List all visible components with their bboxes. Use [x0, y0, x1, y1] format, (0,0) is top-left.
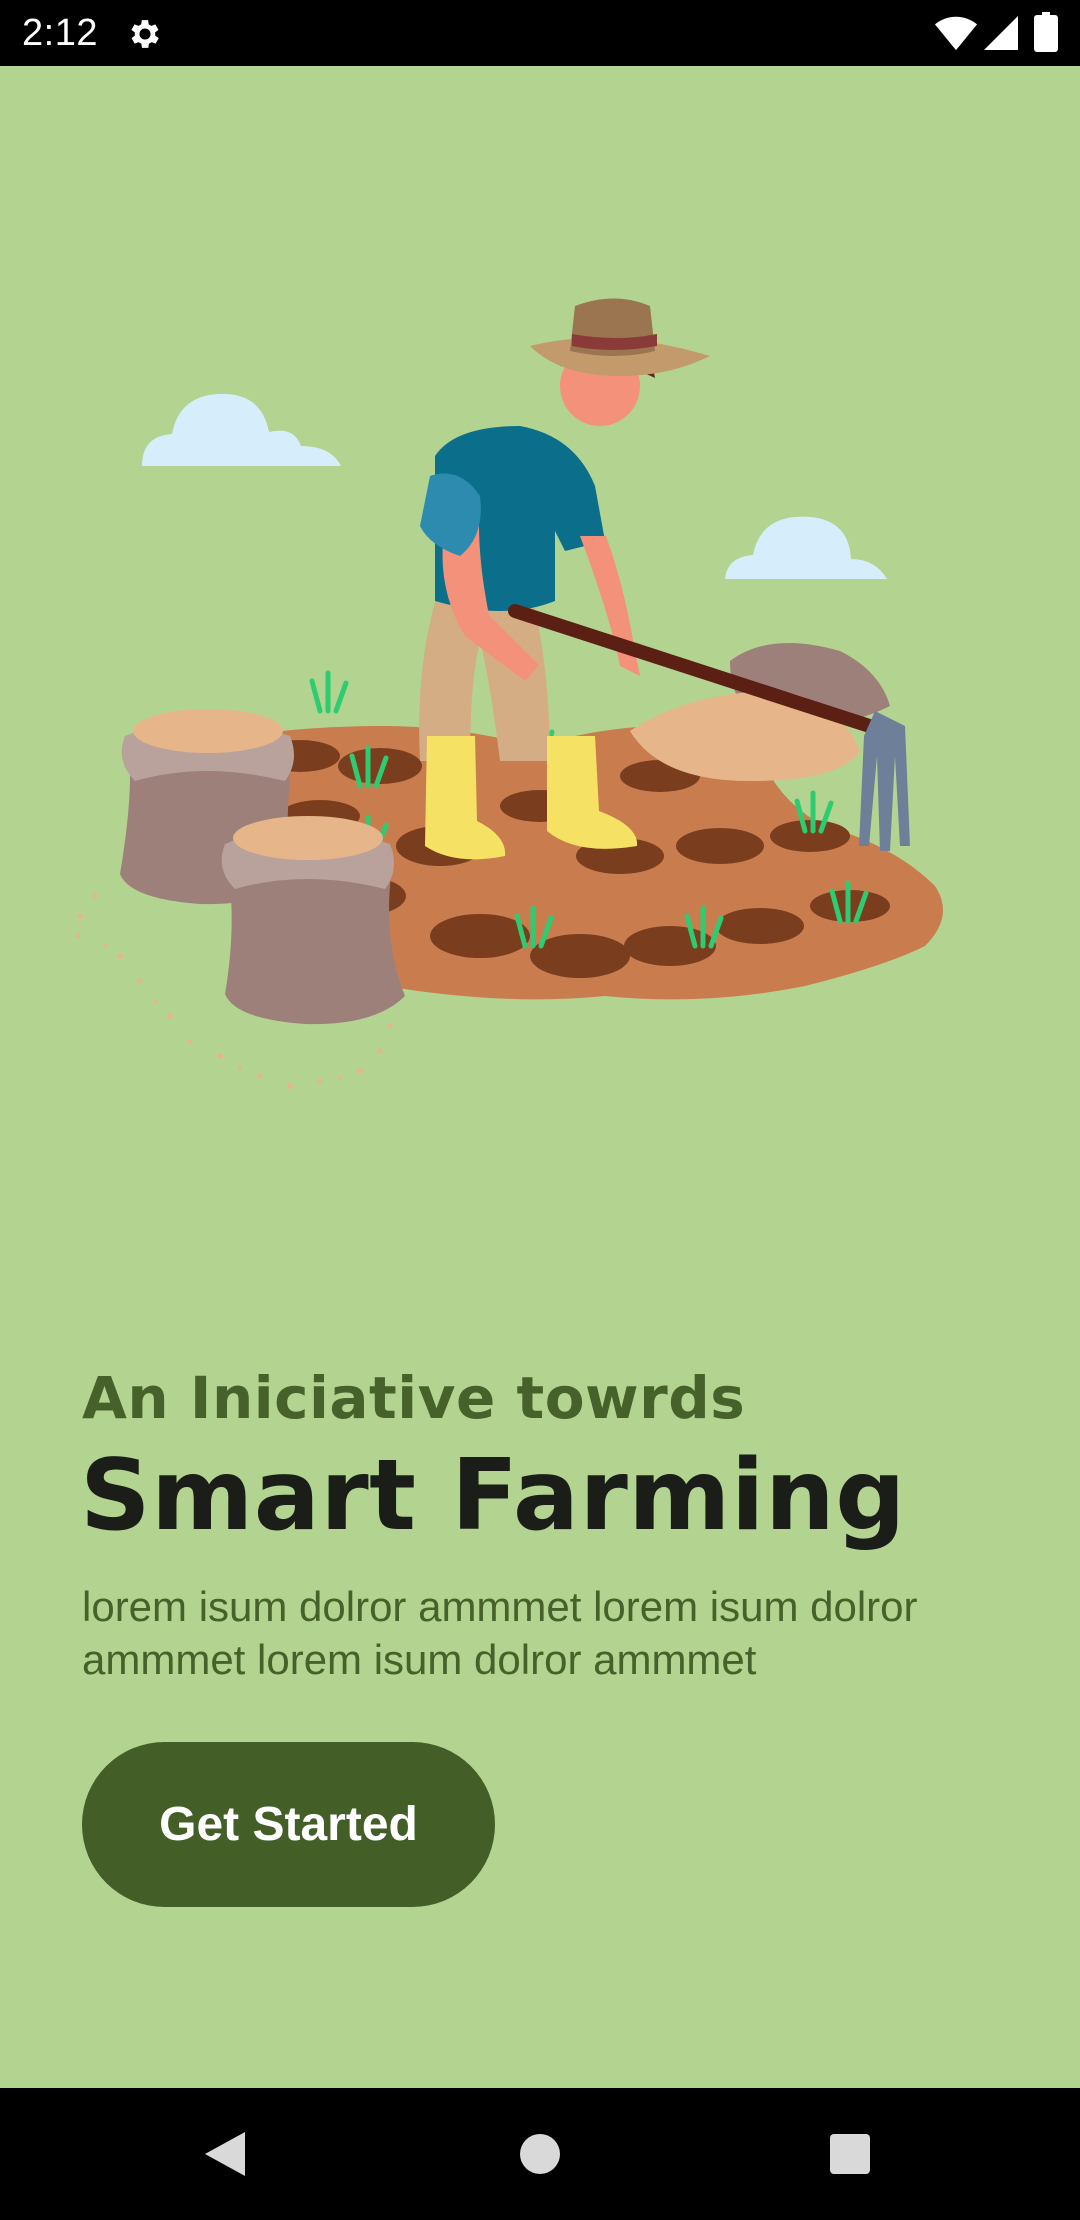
- get-started-button[interactable]: Get Started: [82, 1742, 495, 1907]
- wifi-icon: [934, 16, 978, 51]
- signal-icon: [984, 16, 1018, 50]
- navigation-bar: [0, 2088, 1080, 2220]
- recents-icon[interactable]: [829, 2133, 871, 2175]
- gear-icon: [131, 20, 159, 48]
- back-icon[interactable]: [203, 2130, 247, 2178]
- onboarding-description: lorem isum dolror ammmet lorem isum dolr…: [82, 1583, 918, 1683]
- cloud-right: [725, 516, 887, 579]
- cloud-left: [142, 393, 341, 466]
- grain-sack-front: [221, 816, 405, 1025]
- battery-icon: [1034, 12, 1058, 52]
- onboarding-title: Smart Farming: [80, 1439, 906, 1553]
- onboarding-screen: An Iniciative towrds Smart Farming lorem…: [0, 66, 1080, 2088]
- farmer-illustration: [75, 298, 943, 1089]
- status-bar: 2:12: [0, 0, 1080, 66]
- status-time: 2:12: [22, 12, 98, 54]
- onboarding-subtitle: An Iniciative towrds: [82, 1364, 746, 1432]
- home-icon[interactable]: [518, 2132, 562, 2176]
